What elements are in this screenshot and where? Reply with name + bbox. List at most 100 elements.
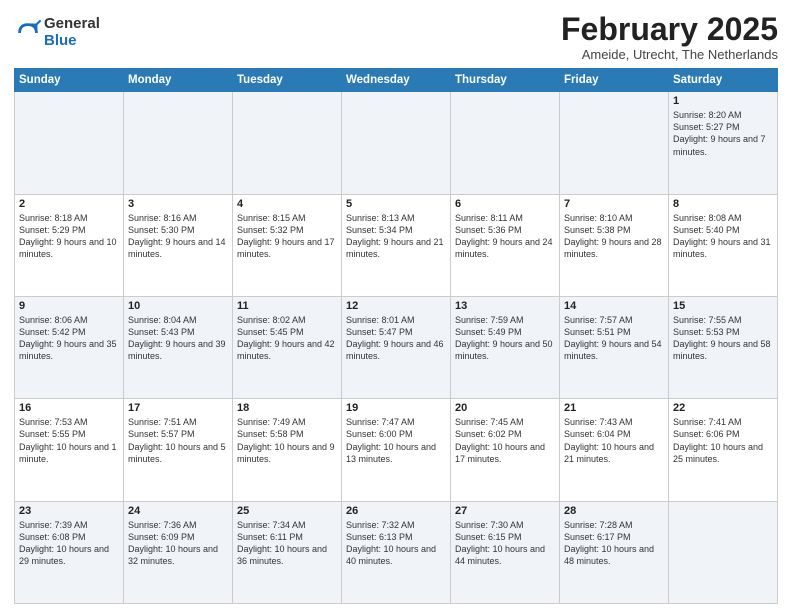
table-row: 3 Sunrise: 8:16 AM Sunset: 5:30 PM Daylig… bbox=[124, 194, 233, 296]
table-row: 24Sunrise: 7:36 AM Sunset: 6:09 PM Dayli… bbox=[124, 501, 233, 603]
day-number: 28 bbox=[564, 505, 664, 517]
calendar-week-row: 2Sunrise: 8:18 AM Sunset: 5:29 PM Daylig… bbox=[15, 194, 778, 296]
day-info: Sunrise: 7:57 AM Sunset: 5:51 PM Dayligh… bbox=[564, 314, 664, 363]
table-row: 20 Sunrise: 7:45 AM Sunset: 6:02 PM Dayli… bbox=[451, 399, 560, 501]
day-info: Sunrise: 8:20 AM Sunset: 5:27 PM Dayligh… bbox=[673, 109, 773, 158]
day-number: 22 bbox=[673, 402, 773, 414]
day-number: 25 bbox=[237, 505, 337, 517]
day-number: 3 bbox=[128, 198, 228, 210]
table-row bbox=[233, 92, 342, 194]
table-row: 17 Sunrise: 7:51 AM Sunset: 5:57 PM Dayli… bbox=[124, 399, 233, 501]
day-info: Sunrise: 8:04 AM Sunset: 5:43 PM Dayligh… bbox=[128, 314, 228, 363]
table-row bbox=[451, 92, 560, 194]
calendar-header-row: Sunday Monday Tuesday Wednesday Thursday… bbox=[15, 69, 778, 92]
col-monday: Monday bbox=[124, 69, 233, 92]
logo-text: General Blue bbox=[44, 16, 100, 49]
table-row: 16 Sunrise: 7:53 AM Sunset: 5:55 PM Dayli… bbox=[15, 399, 124, 501]
calendar-week-row: 23 Sunrise: 7:39 AM Sunset: 6:08 PM Dayli… bbox=[15, 501, 778, 603]
table-row: 19Sunrise: 7:47 AM Sunset: 6:00 PM Dayli… bbox=[342, 399, 451, 501]
day-number: 15 bbox=[673, 300, 773, 312]
day-info: Sunrise: 7:49 AM Sunset: 5:58 PM Dayligh… bbox=[237, 416, 337, 465]
col-tuesday: Tuesday bbox=[233, 69, 342, 92]
day-info: Sunrise: 8:01 AM Sunset: 5:47 PM Dayligh… bbox=[346, 314, 446, 363]
col-friday: Friday bbox=[560, 69, 669, 92]
day-info: Sunrise: 7:45 AM Sunset: 6:02 PM Dayligh… bbox=[455, 416, 555, 465]
calendar-week-row: 16 Sunrise: 7:53 AM Sunset: 5:55 PM Dayli… bbox=[15, 399, 778, 501]
day-info: Sunrise: 7:30 AM Sunset: 6:15 PM Dayligh… bbox=[455, 519, 555, 568]
table-row: 2Sunrise: 8:18 AM Sunset: 5:29 PM Daylig… bbox=[15, 194, 124, 296]
day-number: 1 bbox=[673, 95, 773, 107]
table-row bbox=[15, 92, 124, 194]
calendar-week-row: 9Sunrise: 8:06 AM Sunset: 5:42 PM Daylig… bbox=[15, 296, 778, 398]
day-info: Sunrise: 7:32 AM Sunset: 6:13 PM Dayligh… bbox=[346, 519, 446, 568]
logo-general-text: General bbox=[44, 16, 100, 33]
day-number: 10 bbox=[128, 300, 228, 312]
table-row bbox=[560, 92, 669, 194]
table-row: 4Sunrise: 8:15 AM Sunset: 5:32 PM Daylig… bbox=[233, 194, 342, 296]
month-title: February 2025 bbox=[561, 12, 778, 47]
calendar-table: Sunday Monday Tuesday Wednesday Thursday… bbox=[14, 68, 778, 604]
day-info: Sunrise: 7:55 AM Sunset: 5:53 PM Dayligh… bbox=[673, 314, 773, 363]
table-row: 7 Sunrise: 8:10 AM Sunset: 5:38 PM Daylig… bbox=[560, 194, 669, 296]
day-info: Sunrise: 8:10 AM Sunset: 5:38 PM Dayligh… bbox=[564, 212, 664, 261]
day-number: 4 bbox=[237, 198, 337, 210]
day-number: 19 bbox=[346, 402, 446, 414]
logo: General Blue bbox=[14, 16, 100, 49]
table-row bbox=[669, 501, 778, 603]
day-number: 2 bbox=[19, 198, 119, 210]
table-row: 14 Sunrise: 7:57 AM Sunset: 5:51 PM Dayli… bbox=[560, 296, 669, 398]
day-number: 14 bbox=[564, 300, 664, 312]
location: Ameide, Utrecht, The Netherlands bbox=[561, 47, 778, 62]
day-number: 11 bbox=[237, 300, 337, 312]
day-info: Sunrise: 7:51 AM Sunset: 5:57 PM Dayligh… bbox=[128, 416, 228, 465]
day-number: 23 bbox=[19, 505, 119, 517]
table-row: 9Sunrise: 8:06 AM Sunset: 5:42 PM Daylig… bbox=[15, 296, 124, 398]
day-number: 27 bbox=[455, 505, 555, 517]
day-info: Sunrise: 7:59 AM Sunset: 5:49 PM Dayligh… bbox=[455, 314, 555, 363]
table-row: 15 Sunrise: 7:55 AM Sunset: 5:53 PM Dayli… bbox=[669, 296, 778, 398]
table-row: 28Sunrise: 7:28 AM Sunset: 6:17 PM Dayli… bbox=[560, 501, 669, 603]
table-row: 27 Sunrise: 7:30 AM Sunset: 6:15 PM Dayli… bbox=[451, 501, 560, 603]
table-row: 23 Sunrise: 7:39 AM Sunset: 6:08 PM Dayli… bbox=[15, 501, 124, 603]
day-info: Sunrise: 8:16 AM Sunset: 5:30 PM Dayligh… bbox=[128, 212, 228, 261]
logo-blue-text: Blue bbox=[44, 33, 100, 50]
day-number: 26 bbox=[346, 505, 446, 517]
table-row: 18 Sunrise: 7:49 AM Sunset: 5:58 PM Dayli… bbox=[233, 399, 342, 501]
day-info: Sunrise: 8:06 AM Sunset: 5:42 PM Dayligh… bbox=[19, 314, 119, 363]
day-number: 18 bbox=[237, 402, 337, 414]
day-number: 7 bbox=[564, 198, 664, 210]
day-number: 8 bbox=[673, 198, 773, 210]
day-number: 12 bbox=[346, 300, 446, 312]
day-info: Sunrise: 7:53 AM Sunset: 5:55 PM Dayligh… bbox=[19, 416, 119, 465]
col-saturday: Saturday bbox=[669, 69, 778, 92]
day-info: Sunrise: 7:34 AM Sunset: 6:11 PM Dayligh… bbox=[237, 519, 337, 568]
day-info: Sunrise: 7:39 AM Sunset: 6:08 PM Dayligh… bbox=[19, 519, 119, 568]
page: General Blue February 2025 Ameide, Utrec… bbox=[0, 0, 792, 612]
table-row: 26 Sunrise: 7:32 AM Sunset: 6:13 PM Dayli… bbox=[342, 501, 451, 603]
title-block: February 2025 Ameide, Utrecht, The Nethe… bbox=[561, 12, 778, 62]
table-row: 25 Sunrise: 7:34 AM Sunset: 6:11 PM Dayli… bbox=[233, 501, 342, 603]
table-row: 6Sunrise: 8:11 AM Sunset: 5:36 PM Daylig… bbox=[451, 194, 560, 296]
table-row: 1 Sunrise: 8:20 AM Sunset: 5:27 PM Daylig… bbox=[669, 92, 778, 194]
table-row: 22Sunrise: 7:41 AM Sunset: 6:06 PM Dayli… bbox=[669, 399, 778, 501]
day-number: 5 bbox=[346, 198, 446, 210]
table-row bbox=[342, 92, 451, 194]
table-row: 11 Sunrise: 8:02 AM Sunset: 5:45 PM Dayli… bbox=[233, 296, 342, 398]
day-number: 16 bbox=[19, 402, 119, 414]
day-info: Sunrise: 7:43 AM Sunset: 6:04 PM Dayligh… bbox=[564, 416, 664, 465]
table-row bbox=[124, 92, 233, 194]
day-number: 24 bbox=[128, 505, 228, 517]
col-sunday: Sunday bbox=[15, 69, 124, 92]
day-info: Sunrise: 8:02 AM Sunset: 5:45 PM Dayligh… bbox=[237, 314, 337, 363]
table-row: 13 Sunrise: 7:59 AM Sunset: 5:49 PM Dayli… bbox=[451, 296, 560, 398]
day-info: Sunrise: 8:13 AM Sunset: 5:34 PM Dayligh… bbox=[346, 212, 446, 261]
header: General Blue February 2025 Ameide, Utrec… bbox=[14, 12, 778, 62]
table-row: 8Sunrise: 8:08 AM Sunset: 5:40 PM Daylig… bbox=[669, 194, 778, 296]
day-number: 17 bbox=[128, 402, 228, 414]
day-number: 21 bbox=[564, 402, 664, 414]
day-info: Sunrise: 8:11 AM Sunset: 5:36 PM Dayligh… bbox=[455, 212, 555, 261]
day-number: 13 bbox=[455, 300, 555, 312]
calendar-week-row: 1 Sunrise: 8:20 AM Sunset: 5:27 PM Daylig… bbox=[15, 92, 778, 194]
logo-icon bbox=[14, 19, 42, 47]
day-number: 20 bbox=[455, 402, 555, 414]
